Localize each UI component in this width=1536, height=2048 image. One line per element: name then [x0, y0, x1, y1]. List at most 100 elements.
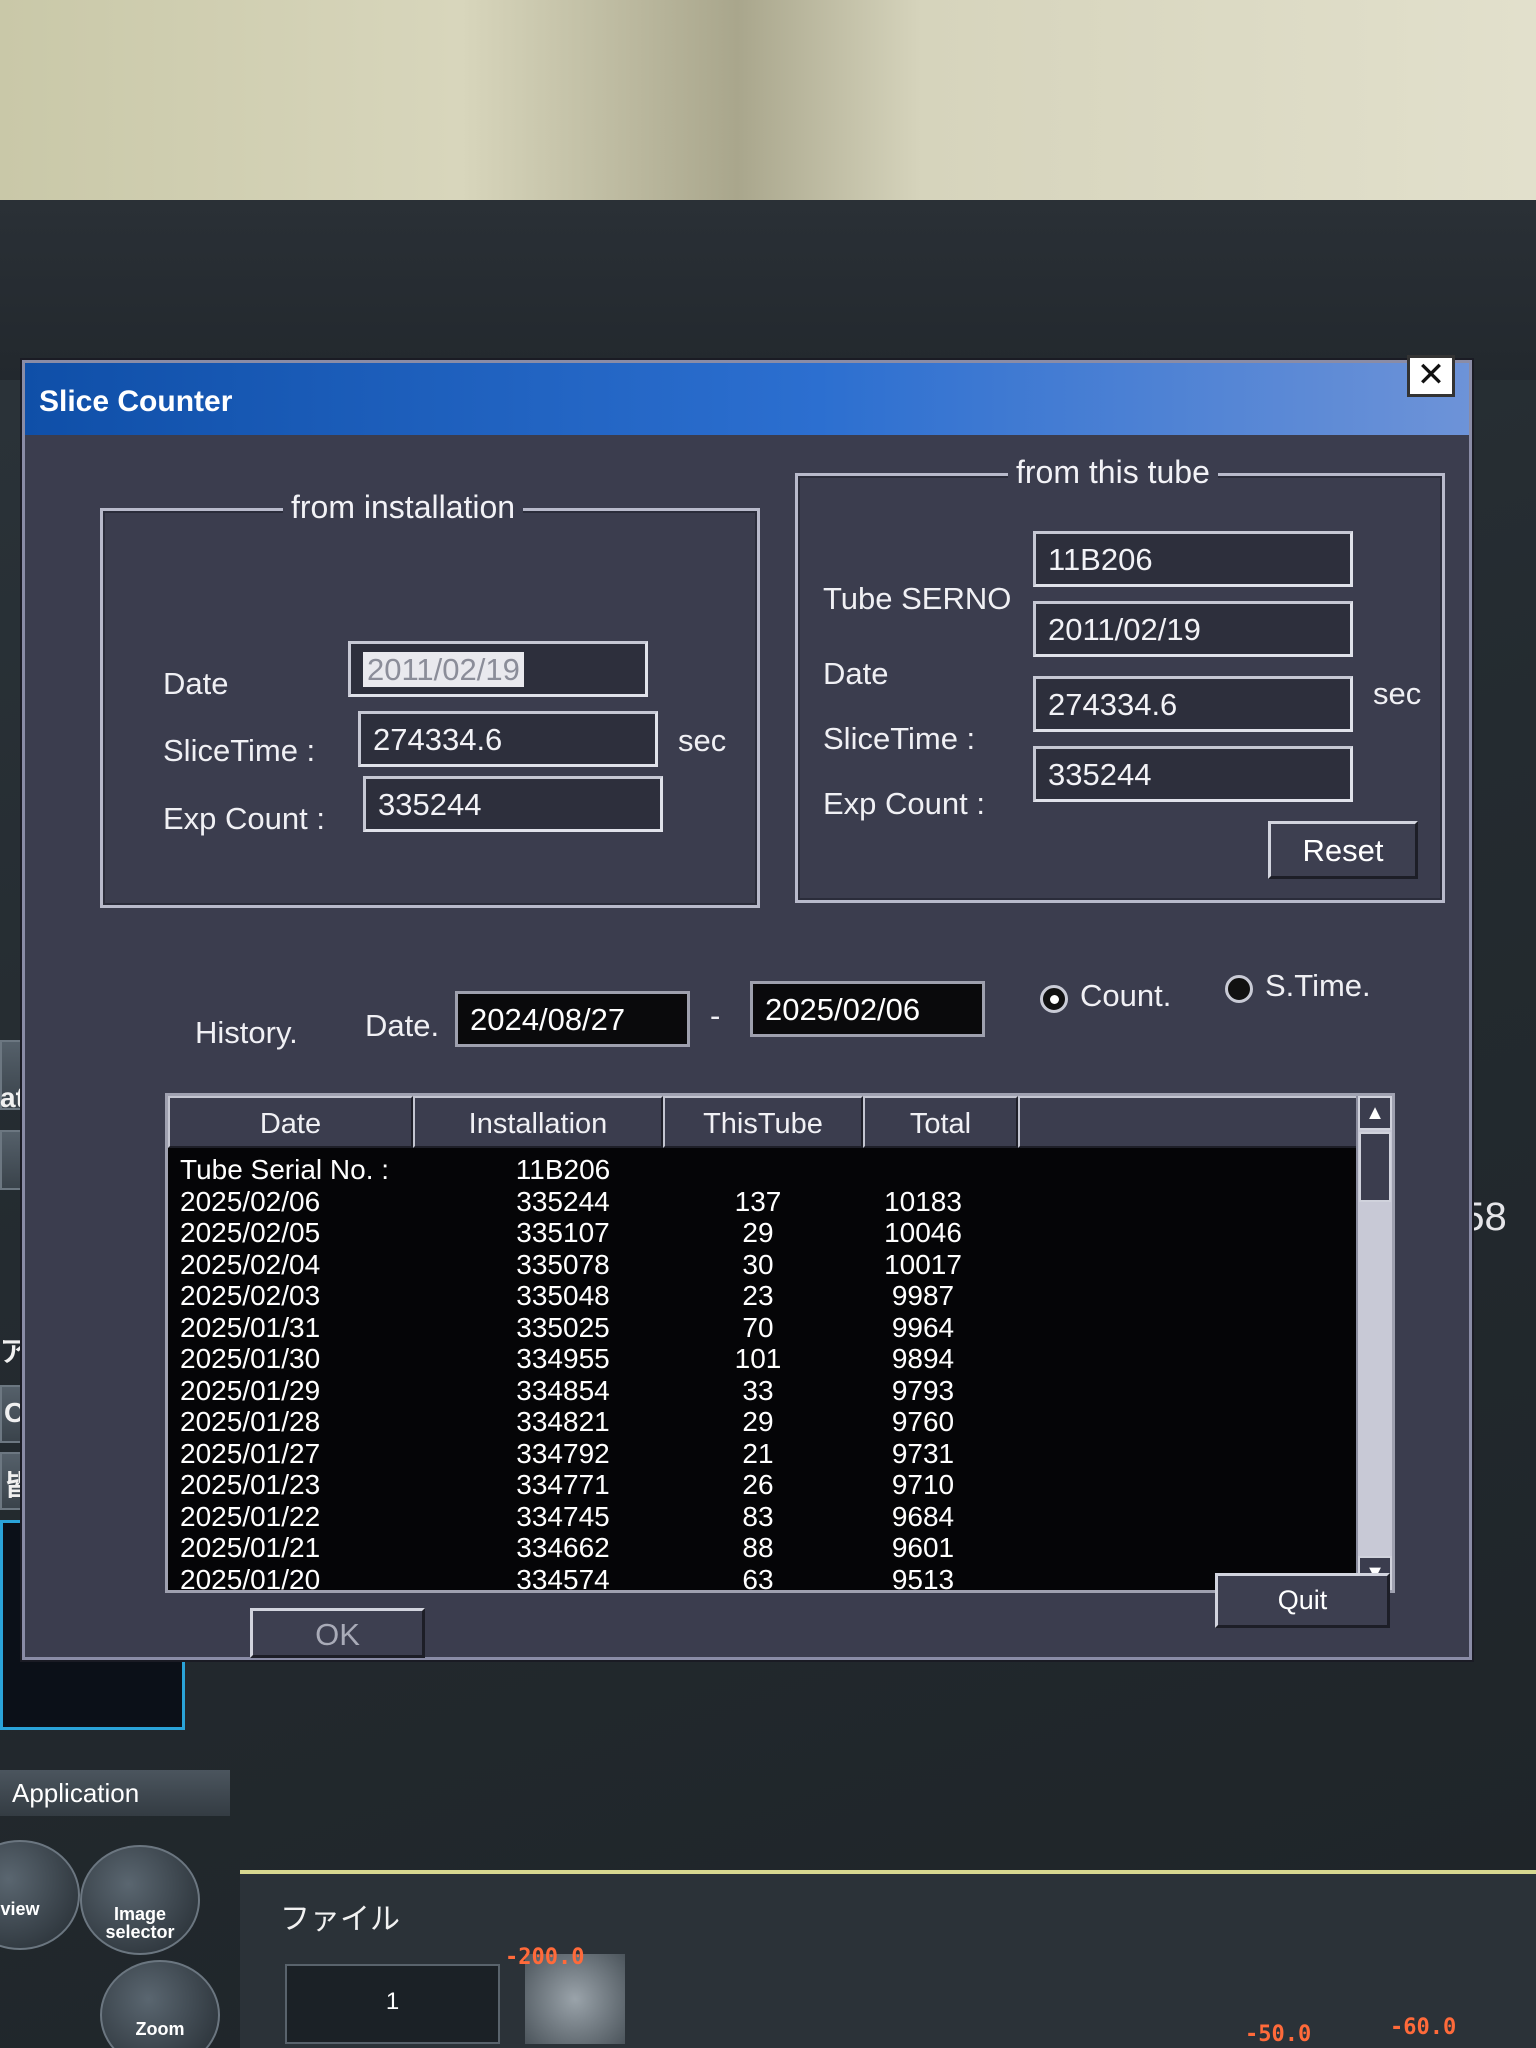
tube-slicetime-label: SliceTime :	[823, 721, 976, 756]
application-bar[interactable]: Application	[0, 1770, 230, 1816]
column-header-date[interactable]: Date	[168, 1096, 413, 1148]
cell-installation: 334821	[516, 1406, 610, 1437]
tube-expcount-field[interactable]: 335244	[1033, 746, 1353, 802]
history-date-separator: -	[710, 998, 721, 1033]
table-row[interactable]: 2025/02/03 335048 23 9987	[168, 1280, 1068, 1314]
installation-expcount-field[interactable]: 335244	[363, 776, 663, 832]
tube-serno-field[interactable]: 11B206	[1033, 531, 1353, 587]
cell-thistube: 88	[742, 1532, 774, 1563]
history-date-label: Date.	[365, 1008, 440, 1043]
cell-installation: 334792	[516, 1437, 610, 1469]
installation-expcount-label: Exp Count :	[163, 801, 325, 836]
column-header-total[interactable]: Total	[863, 1096, 1018, 1148]
cell-total: 10046	[884, 1217, 962, 1248]
cell-date: 2025/01/21	[180, 1532, 321, 1563]
cell-installation: 334662	[516, 1532, 610, 1563]
history-date-from[interactable]: 2024/08/27	[455, 991, 690, 1047]
radio-stime-label: S.Time.	[1265, 968, 1371, 1003]
table-row[interactable]: 2025/02/06 335244 137 10183	[168, 1186, 1068, 1220]
cell-total: 9513	[891, 1563, 955, 1593]
cell-total: 9731	[891, 1437, 955, 1469]
ok-button[interactable]: OK	[250, 1608, 425, 1658]
table-row[interactable]: 2025/01/23 334771 26 9710	[168, 1469, 1068, 1503]
column-header-thistube[interactable]: ThisTube	[663, 1096, 863, 1148]
tube-legend: from this tube	[1008, 454, 1218, 491]
cell-date: 2025/02/03	[180, 1280, 321, 1311]
cell-date: 2025/01/28	[180, 1406, 321, 1437]
cell-installation: 335107	[516, 1217, 610, 1248]
radio-count[interactable]	[1040, 985, 1068, 1013]
reset-button[interactable]: Reset	[1268, 821, 1418, 879]
cell-installation: 335078	[516, 1248, 610, 1280]
history-label: History.	[195, 1015, 298, 1050]
cell-installation: 335048	[516, 1280, 610, 1311]
vertical-scrollbar[interactable]: ▲ ▼	[1356, 1096, 1392, 1590]
table-row[interactable]: 2025/01/20 334574 63 9513	[168, 1563, 1068, 1593]
quit-button[interactable]: Quit	[1215, 1573, 1390, 1628]
radio-count-label: Count.	[1080, 978, 1172, 1013]
cell-total: 9601	[891, 1532, 955, 1563]
tube-date-field[interactable]: 2011/02/19	[1033, 601, 1353, 657]
tube-group: from this tube Tube SERNO 11B206 2011/02…	[795, 454, 1445, 903]
cell-thistube: 26	[742, 1469, 774, 1500]
history-date-to[interactable]: 2025/02/06	[750, 981, 985, 1037]
image-selector-button[interactable]: Image selector	[80, 1845, 200, 1955]
cell-total: 10183	[884, 1185, 962, 1217]
tube-slicetime-unit: sec	[1373, 676, 1422, 711]
cell-thistube: 83	[742, 1500, 774, 1532]
cell-thistube: 23	[742, 1280, 774, 1311]
installation-slicetime-label: SliceTime :	[163, 733, 316, 768]
table-row[interactable]: Tube Serial No. : 11B206	[168, 1154, 1068, 1188]
cell-thistube: 101	[734, 1343, 782, 1374]
table-row[interactable]: 2025/01/29 334854 33 9793	[168, 1375, 1068, 1409]
tube-slicetime-field[interactable]: 274334.6	[1033, 676, 1353, 732]
table-row[interactable]: 2025/02/05 335107 29 10046	[168, 1217, 1068, 1251]
cell-thistube: 70	[742, 1311, 774, 1343]
radio-stime[interactable]	[1225, 975, 1253, 1003]
cell-total: 9760	[891, 1406, 955, 1437]
table-row[interactable]: 2025/02/04 335078 30 10017	[168, 1249, 1068, 1283]
scroll-thumb[interactable]	[1359, 1132, 1391, 1202]
cell-total: 9793	[891, 1374, 955, 1406]
cell-thistube: 21	[742, 1437, 774, 1469]
file-index-box[interactable]: 1	[285, 1964, 500, 2044]
cell-installation: 334574	[516, 1563, 610, 1593]
slice-counter-dialog: Slice Counter ✕ from installation Date 2…	[22, 355, 1472, 1660]
scroll-up-icon[interactable]: ▲	[1358, 1096, 1392, 1130]
column-header-installation[interactable]: Installation	[413, 1096, 663, 1148]
cell-installation: 334745	[516, 1500, 610, 1532]
cell-date: 2025/01/20	[180, 1563, 321, 1593]
cell-total: 10017	[884, 1248, 962, 1280]
table-row[interactable]: 2025/01/30 334955 101 9894	[168, 1343, 1068, 1377]
tube-serno-label: Tube SERNO	[823, 581, 1012, 616]
table-row[interactable]: 2025/01/28 334821 29 9760	[168, 1406, 1068, 1440]
tube-date-label: Date	[823, 656, 889, 691]
cell-date: Tube Serial No. :	[180, 1154, 390, 1185]
close-icon[interactable]: ✕	[1407, 355, 1455, 397]
cell-installation: 334854	[516, 1374, 610, 1406]
cell-total: 9964	[891, 1311, 955, 1343]
orange-value-2: -50.0	[1245, 2022, 1312, 2047]
cell-thistube: 29	[742, 1406, 774, 1437]
table-row[interactable]: 2025/01/31 335025 70 9964	[168, 1312, 1068, 1346]
cell-installation: 11B206	[515, 1154, 611, 1185]
orange-value-3: -60.0	[1390, 2015, 1457, 2040]
file-panel: ファイル 1	[240, 1870, 1536, 2048]
cell-installation: 334955	[516, 1343, 610, 1374]
installation-date-label: Date	[163, 666, 229, 701]
installation-date-field[interactable]: 2011/02/19	[348, 641, 648, 697]
installation-slicetime-field[interactable]: 274334.6	[358, 711, 658, 767]
installation-date-value: 2011/02/19	[363, 652, 524, 687]
table-row[interactable]: 2025/01/22 334745 83 9684	[168, 1501, 1068, 1535]
tube-expcount-label: Exp Count :	[823, 786, 985, 821]
cell-installation: 334771	[516, 1469, 610, 1500]
cell-thistube: 63	[742, 1563, 774, 1593]
table-row[interactable]: 2025/01/21 334662 88 9601	[168, 1532, 1068, 1566]
cell-date: 2025/01/29	[180, 1374, 321, 1406]
cell-date: 2025/01/23	[180, 1469, 321, 1500]
dialog-titlebar[interactable]: Slice Counter ✕	[25, 355, 1469, 435]
orange-value-1: -200.0	[505, 1945, 585, 1970]
cell-date: 2025/01/27	[180, 1437, 321, 1469]
table-row[interactable]: 2025/01/27 334792 21 9731	[168, 1438, 1068, 1472]
file-label: ファイル	[280, 1903, 400, 1936]
